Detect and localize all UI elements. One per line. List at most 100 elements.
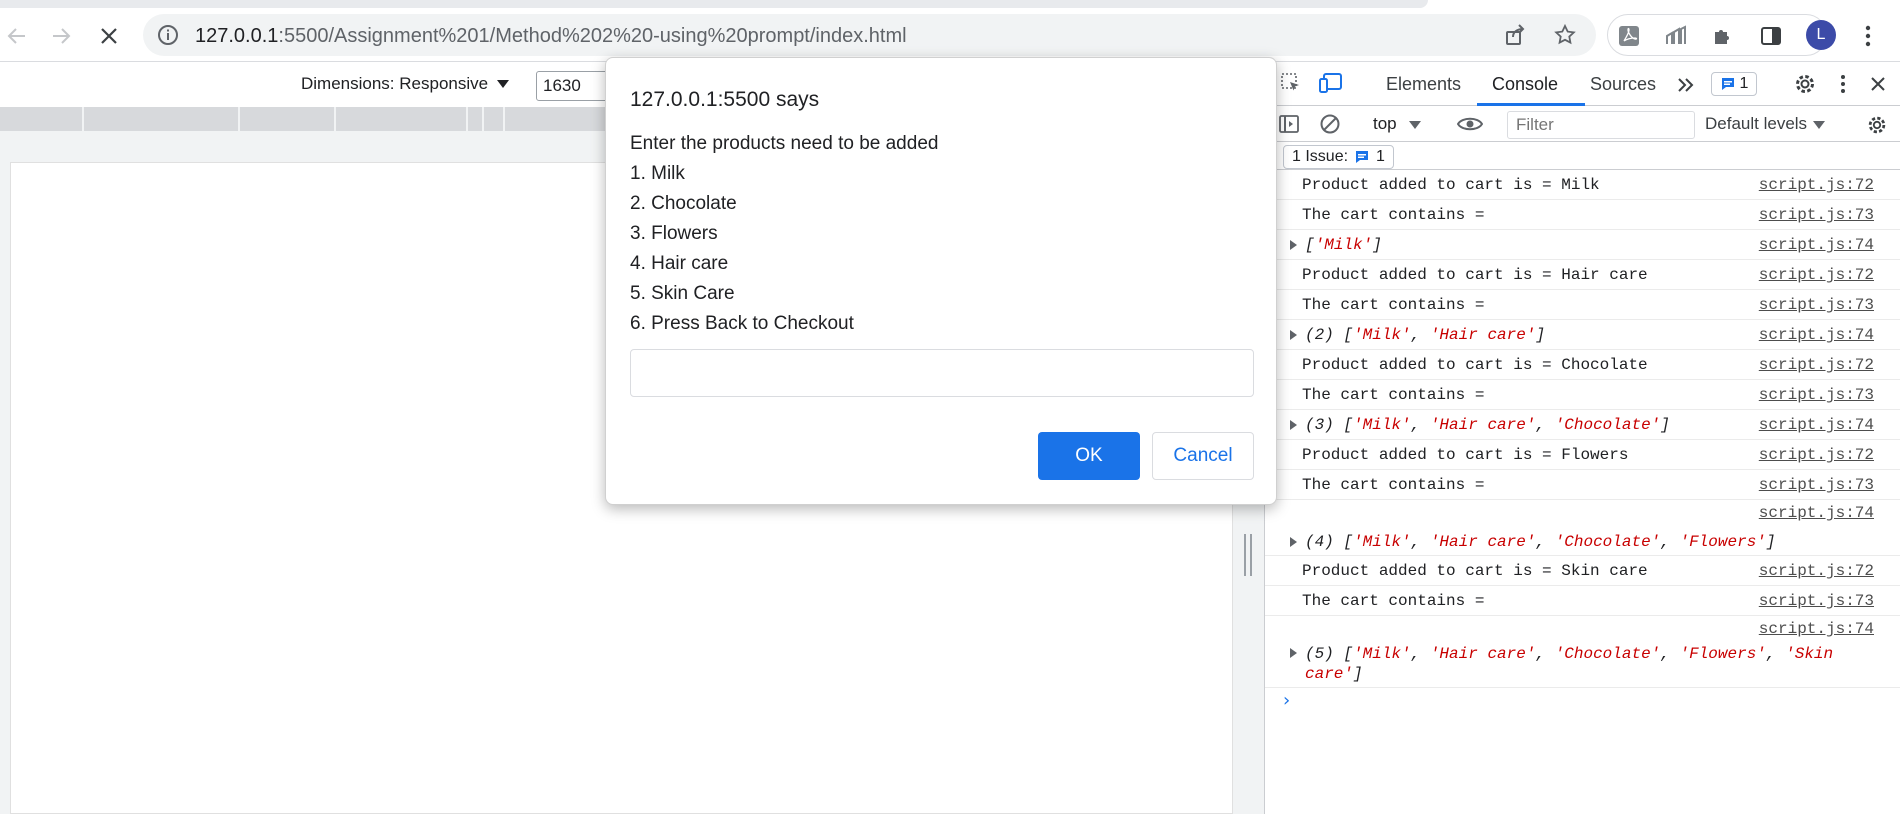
profile-avatar[interactable]: L	[1806, 20, 1836, 50]
console-row: The cart contains = script.js:73	[1265, 470, 1900, 500]
share-icon[interactable]	[1503, 23, 1527, 47]
puzzle-extensions-icon[interactable]	[1710, 23, 1736, 49]
site-info-icon[interactable]	[156, 23, 180, 47]
source-link[interactable]: script.js:72	[1759, 266, 1874, 284]
console-settings-gear-icon[interactable]	[1864, 112, 1890, 138]
array-item: 'Hair care'	[1429, 326, 1536, 344]
source-link[interactable]: script.js:73	[1759, 296, 1874, 314]
source-link[interactable]: script.js:74	[1759, 416, 1874, 434]
array-item: 'Flowers'	[1679, 645, 1766, 663]
console-array-preview[interactable]: (2) ['Milk', 'Hair care']	[1290, 326, 1545, 344]
issues-button[interactable]: 1 Issue: 1	[1283, 145, 1394, 169]
source-link[interactable]: script.js:72	[1759, 356, 1874, 374]
source-link[interactable]: script.js:72	[1759, 562, 1874, 580]
console-log-text: Product added to cart is = Milk	[1302, 176, 1600, 194]
tab-sources[interactable]: Sources	[1590, 74, 1656, 95]
context-select-label: top	[1373, 114, 1397, 133]
source-link[interactable]: script.js:74	[1759, 620, 1874, 638]
console-array-preview[interactable]: (3) ['Milk', 'Hair care', 'Chocolate']	[1290, 416, 1670, 434]
device-width-input[interactable]	[536, 71, 616, 101]
source-link[interactable]: script.js:73	[1759, 386, 1874, 404]
pdf-extension-icon[interactable]	[1616, 23, 1642, 49]
source-link[interactable]: script.js:73	[1759, 592, 1874, 610]
console-row: The cart contains = script.js:73	[1265, 290, 1900, 320]
viewport-resize-handle[interactable]	[1244, 534, 1252, 576]
device-toggle-icon[interactable]	[1318, 70, 1344, 96]
forward-button[interactable]	[46, 21, 76, 51]
address-bar[interactable]: 127.0.0.1:5500/Assignment%201/Method%202…	[143, 14, 1596, 56]
message-icon	[1721, 78, 1734, 90]
close-devtools-icon[interactable]	[1865, 71, 1891, 97]
array-item: 'Milk'	[1353, 645, 1411, 663]
tab-elements[interactable]: Elements	[1386, 74, 1461, 95]
console-row: Product added to cart is = Skin care scri…	[1265, 556, 1900, 586]
cancel-button[interactable]: Cancel	[1152, 432, 1254, 480]
console-row: Product added to cart is = Hair care scri…	[1265, 260, 1900, 290]
console-array-preview[interactable]: ['Milk']	[1290, 236, 1382, 254]
console-row: ['Milk'] script.js:74	[1265, 230, 1900, 260]
expand-triangle-icon[interactable]	[1290, 239, 1297, 250]
array-item: 'Hair care'	[1429, 645, 1536, 663]
side-panel-icon[interactable]	[1758, 23, 1784, 49]
source-link[interactable]: script.js:72	[1759, 446, 1874, 464]
expand-triangle-icon[interactable]	[1290, 419, 1297, 430]
ok-button[interactable]: OK	[1038, 432, 1140, 480]
settings-gear-icon[interactable]	[1792, 71, 1818, 97]
more-tabs-icon[interactable]	[1673, 72, 1699, 98]
dialog-message: Enter the products need to be added 1. M…	[630, 129, 938, 339]
clear-console-icon[interactable]	[1317, 111, 1343, 137]
expand-triangle-icon[interactable]	[1290, 536, 1297, 547]
log-levels-select[interactable]: Default levels	[1705, 114, 1826, 134]
console-filter-input[interactable]	[1507, 111, 1695, 139]
console-row: Product added to cart is = Milk script.js…	[1265, 170, 1900, 200]
console-log-text: The cart contains =	[1302, 296, 1485, 314]
console-row: (5) ['Milk', 'Hair care', 'Chocolate', '…	[1265, 616, 1900, 688]
dialog-message-line: 5. Skin Care	[630, 283, 735, 304]
console-log-text: Product added to cart is = Flowers	[1302, 446, 1629, 464]
console-log-text: Product added to cart is = Hair care	[1302, 266, 1648, 284]
source-link[interactable]: script.js:72	[1759, 176, 1874, 194]
array-length: (5) [	[1305, 645, 1354, 663]
prompt-input[interactable]	[630, 349, 1254, 397]
source-link[interactable]: script.js:74	[1759, 504, 1874, 522]
console-row: The cart contains = script.js:73	[1265, 380, 1900, 410]
prompt-chevron-icon: ›	[1283, 690, 1291, 711]
back-button[interactable]	[2, 21, 32, 51]
console-row: The cart contains = script.js:73	[1265, 586, 1900, 616]
dialog-message-line: 6. Press Back to Checkout	[630, 313, 854, 334]
issues-bar: 1 Issue: 1	[1265, 142, 1900, 170]
expand-triangle-icon[interactable]	[1290, 329, 1297, 340]
sidebar-toggle-icon[interactable]	[1276, 111, 1302, 137]
issues-badge[interactable]: 1	[1711, 72, 1757, 96]
stop-loading-button[interactable]	[94, 21, 124, 51]
console-array-preview[interactable]: (5) ['Milk', 'Hair care', 'Chocolate', '…	[1290, 644, 1865, 684]
dimensions-select[interactable]: Dimensions: Responsive	[301, 74, 488, 94]
inspect-element-icon[interactable]	[1278, 70, 1304, 96]
array-item: 'Milk'	[1314, 236, 1373, 254]
console-array-preview[interactable]: (4) ['Milk', 'Hair care', 'Chocolate', '…	[1290, 533, 1776, 551]
array-item: 'Milk'	[1353, 533, 1411, 551]
issues-badge-count: 1	[1739, 75, 1749, 92]
live-expression-eye-icon[interactable]	[1457, 111, 1483, 137]
array-item: 'Milk'	[1353, 416, 1411, 434]
prompt-dialog: 127.0.0.1:5500 says Enter the products n…	[605, 57, 1277, 505]
bookmark-star-icon[interactable]	[1553, 23, 1577, 47]
array-length: (4) [	[1305, 533, 1354, 551]
analytics-extension-icon[interactable]	[1663, 23, 1689, 49]
source-link[interactable]: script.js:73	[1759, 206, 1874, 224]
browser-menu-icon[interactable]	[1855, 23, 1881, 49]
console-log-text: The cart contains =	[1302, 206, 1485, 224]
dialog-message-line: 4. Hair care	[630, 253, 729, 274]
tab-console[interactable]: Console	[1492, 74, 1558, 95]
devtools-menu-icon[interactable]	[1830, 71, 1856, 97]
console-prompt[interactable]: ›	[1265, 688, 1900, 718]
expand-triangle-icon[interactable]	[1290, 647, 1297, 658]
source-link[interactable]: script.js:74	[1759, 236, 1874, 254]
back-arrow-icon	[7, 28, 25, 44]
console-log-text: The cart contains =	[1302, 386, 1485, 404]
context-select[interactable]: top	[1373, 114, 1421, 134]
url-host: 127.0.0.1	[195, 25, 279, 47]
console-toolbar: top Default levels	[1265, 106, 1900, 142]
source-link[interactable]: script.js:73	[1759, 476, 1874, 494]
source-link[interactable]: script.js:74	[1759, 326, 1874, 344]
